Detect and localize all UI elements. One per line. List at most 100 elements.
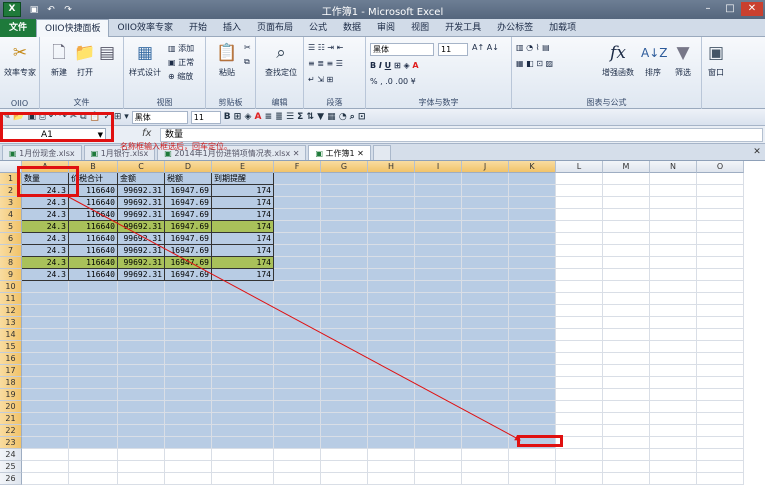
- cell-D12[interactable]: [165, 305, 212, 317]
- cell-I25[interactable]: [415, 461, 462, 473]
- cell-J23[interactable]: [462, 437, 509, 449]
- column-header-H[interactable]: H: [368, 161, 415, 173]
- cell-J3[interactable]: [462, 197, 509, 209]
- cell-H10[interactable]: [368, 281, 415, 293]
- cell-L13[interactable]: [556, 317, 603, 329]
- cell-M21[interactable]: [603, 413, 650, 425]
- cell-C10[interactable]: [118, 281, 165, 293]
- cell-I23[interactable]: [415, 437, 462, 449]
- cell-L23[interactable]: [556, 437, 603, 449]
- cell-G20[interactable]: [321, 401, 368, 413]
- cell-G21[interactable]: [321, 413, 368, 425]
- row-header-23[interactable]: 23: [0, 437, 22, 449]
- cell-J16[interactable]: [462, 353, 509, 365]
- cell-N8[interactable]: [650, 257, 697, 269]
- tab-oiio-expert[interactable]: OIIO效率专家: [109, 19, 180, 37]
- cell-N25[interactable]: [650, 461, 697, 473]
- row-header-15[interactable]: 15: [0, 341, 22, 353]
- cell-N1[interactable]: [650, 173, 697, 185]
- cell-O16[interactable]: [697, 353, 744, 365]
- cell-J15[interactable]: [462, 341, 509, 353]
- cell-I9[interactable]: [415, 269, 462, 281]
- cell-K26[interactable]: [509, 473, 556, 485]
- cell-G24[interactable]: [321, 449, 368, 461]
- cell-L9[interactable]: [556, 269, 603, 281]
- cell-M17[interactable]: [603, 365, 650, 377]
- cell-J11[interactable]: [462, 293, 509, 305]
- cell-A18[interactable]: [22, 377, 69, 389]
- cell-K2[interactable]: [509, 185, 556, 197]
- tab-page-layout[interactable]: 页面布局: [249, 19, 301, 37]
- cell-E18[interactable]: [212, 377, 274, 389]
- cell-N13[interactable]: [650, 317, 697, 329]
- cell-I11[interactable]: [415, 293, 462, 305]
- cell-N10[interactable]: [650, 281, 697, 293]
- efficiency-expert-button[interactable]: ✂ 效率专家: [3, 42, 37, 78]
- cell-K25[interactable]: [509, 461, 556, 473]
- cell-G1[interactable]: [321, 173, 368, 185]
- grow-shrink-font-icon[interactable]: A↑ A↓: [472, 43, 499, 52]
- cell-B8[interactable]: 116640: [69, 257, 118, 269]
- cell-F19[interactable]: [274, 389, 321, 401]
- cell-D23[interactable]: [165, 437, 212, 449]
- cell-G11[interactable]: [321, 293, 368, 305]
- cell-H5[interactable]: [368, 221, 415, 233]
- cell-A26[interactable]: [22, 473, 69, 485]
- row-header-3[interactable]: 3: [0, 197, 22, 209]
- cell-J12[interactable]: [462, 305, 509, 317]
- cell-E26[interactable]: [212, 473, 274, 485]
- cell-J8[interactable]: [462, 257, 509, 269]
- cell-H8[interactable]: [368, 257, 415, 269]
- row-header-24[interactable]: 24: [0, 449, 22, 461]
- cell-O19[interactable]: [697, 389, 744, 401]
- cell-M14[interactable]: [603, 329, 650, 341]
- cell-M15[interactable]: [603, 341, 650, 353]
- cell-O23[interactable]: [697, 437, 744, 449]
- cell-J24[interactable]: [462, 449, 509, 461]
- spreadsheet-grid[interactable]: A B C D E F G H I J K L M N O 1 数量 价税合计 金额 税额 到期提醒 2 24.3 11664…: [0, 161, 765, 500]
- cell-H24[interactable]: [368, 449, 415, 461]
- cell-L21[interactable]: [556, 413, 603, 425]
- row-header-16[interactable]: 16: [0, 353, 22, 365]
- cell-F22[interactable]: [274, 425, 321, 437]
- cell-O7[interactable]: [697, 245, 744, 257]
- cell-E10[interactable]: [212, 281, 274, 293]
- cell-B16[interactable]: [69, 353, 118, 365]
- cell-F11[interactable]: [274, 293, 321, 305]
- cell-D20[interactable]: [165, 401, 212, 413]
- cell-F14[interactable]: [274, 329, 321, 341]
- cell-J2[interactable]: [462, 185, 509, 197]
- row-header-19[interactable]: 19: [0, 389, 22, 401]
- cell-K14[interactable]: [509, 329, 556, 341]
- cell-J10[interactable]: [462, 281, 509, 293]
- cell-N6[interactable]: [650, 233, 697, 245]
- cell-I19[interactable]: [415, 389, 462, 401]
- cell-B5[interactable]: 116640: [69, 221, 118, 233]
- cell-K6[interactable]: [509, 233, 556, 245]
- cell-B17[interactable]: [69, 365, 118, 377]
- cell-L6[interactable]: [556, 233, 603, 245]
- cell-L22[interactable]: [556, 425, 603, 437]
- cell-D15[interactable]: [165, 341, 212, 353]
- cell-K20[interactable]: [509, 401, 556, 413]
- cell-H2[interactable]: [368, 185, 415, 197]
- cell-E12[interactable]: [212, 305, 274, 317]
- cell-D22[interactable]: [165, 425, 212, 437]
- cell-F21[interactable]: [274, 413, 321, 425]
- cell-N23[interactable]: [650, 437, 697, 449]
- cell-E9[interactable]: 174: [212, 269, 274, 281]
- filter-button[interactable]: ▼ 筛选: [668, 42, 698, 78]
- cell-F12[interactable]: [274, 305, 321, 317]
- cell-I18[interactable]: [415, 377, 462, 389]
- cell-F10[interactable]: [274, 281, 321, 293]
- cell-D17[interactable]: [165, 365, 212, 377]
- cell-N20[interactable]: [650, 401, 697, 413]
- cell-F3[interactable]: [274, 197, 321, 209]
- cell-I8[interactable]: [415, 257, 462, 269]
- cell-F9[interactable]: [274, 269, 321, 281]
- cell-M22[interactable]: [603, 425, 650, 437]
- cell-C21[interactable]: [118, 413, 165, 425]
- cell-G17[interactable]: [321, 365, 368, 377]
- cell-I13[interactable]: [415, 317, 462, 329]
- cell-G25[interactable]: [321, 461, 368, 473]
